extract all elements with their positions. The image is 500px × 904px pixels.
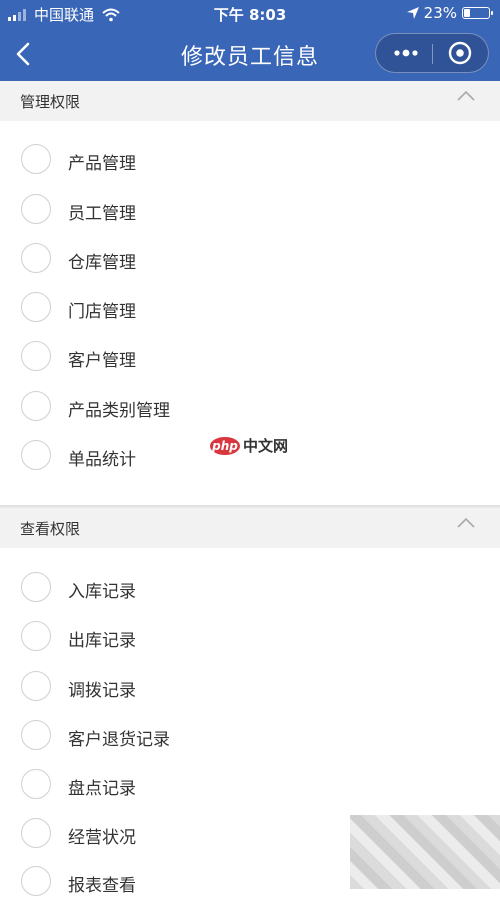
watermark-text: 中文网	[243, 437, 289, 455]
watermark-badge: php	[210, 436, 240, 455]
location-arrow-icon	[406, 7, 419, 19]
status-right: 23%	[406, 4, 493, 22]
watermark: php 中文网	[210, 435, 288, 456]
option-label: 报表查看	[68, 876, 136, 896]
radio-button[interactable]	[21, 621, 51, 651]
more-options-icon[interactable]	[384, 38, 428, 68]
radio-button[interactable]	[21, 769, 51, 799]
section-header-view[interactable]: 查看权限	[0, 508, 500, 548]
option-label: 客户退货记录	[68, 730, 170, 750]
permission-option[interactable]: 门店管理	[0, 286, 500, 330]
radio-button[interactable]	[21, 671, 51, 701]
option-label: 单品统计	[68, 450, 136, 470]
radio-button[interactable]	[21, 341, 51, 371]
permission-option[interactable]: 入库记录	[0, 566, 500, 610]
app-header: 中国联通 下午 8:03 23% 修改员工信息	[0, 0, 500, 85]
miniprogram-capsule	[375, 33, 489, 73]
section-header-management[interactable]: 管理权限	[0, 81, 500, 121]
option-label: 经营状况	[68, 828, 136, 848]
radio-button[interactable]	[21, 572, 51, 602]
chevron-up-icon[interactable]	[456, 89, 476, 103]
radio-button[interactable]	[21, 720, 51, 750]
permission-option[interactable]: 调拨记录	[0, 665, 500, 709]
option-label: 产品类别管理	[68, 401, 170, 421]
section-title: 管理权限	[20, 93, 81, 111]
option-label: 盘点记录	[68, 779, 136, 799]
permission-option[interactable]: 盘点记录	[0, 763, 500, 807]
close-miniprogram-icon[interactable]	[438, 38, 482, 68]
permission-option[interactable]: 产品管理	[0, 138, 500, 182]
pixelated-overlay	[350, 815, 500, 889]
option-label: 门店管理	[68, 302, 136, 322]
nav-bar: 修改员工信息	[0, 27, 500, 85]
option-label: 出库记录	[68, 631, 136, 651]
section-title: 查看权限	[20, 520, 81, 538]
permission-option[interactable]: 客户管理	[0, 335, 500, 379]
radio-button[interactable]	[21, 391, 51, 421]
status-bar: 中国联通 下午 8:03 23%	[0, 0, 500, 27]
permission-option[interactable]: 出库记录	[0, 615, 500, 659]
radio-button[interactable]	[21, 144, 51, 174]
battery-percent: 23%	[423, 4, 457, 22]
radio-button[interactable]	[21, 243, 51, 273]
option-label: 客户管理	[68, 351, 136, 371]
permission-option[interactable]: 仓库管理	[0, 237, 500, 281]
radio-button[interactable]	[21, 440, 51, 470]
permission-option[interactable]: 客户退货记录	[0, 714, 500, 758]
option-label: 产品管理	[68, 154, 136, 174]
radio-button[interactable]	[21, 866, 51, 896]
battery-icon	[462, 7, 493, 19]
option-label: 调拨记录	[68, 681, 136, 701]
radio-button[interactable]	[21, 194, 51, 224]
capsule-divider	[432, 44, 433, 64]
option-label: 仓库管理	[68, 253, 136, 273]
radio-button[interactable]	[21, 292, 51, 322]
permission-option[interactable]: 产品类别管理	[0, 385, 500, 429]
radio-button[interactable]	[21, 818, 51, 848]
chevron-up-icon[interactable]	[456, 516, 476, 530]
option-label: 员工管理	[68, 204, 136, 224]
permission-option[interactable]: 员工管理	[0, 188, 500, 232]
option-label: 入库记录	[68, 582, 136, 602]
